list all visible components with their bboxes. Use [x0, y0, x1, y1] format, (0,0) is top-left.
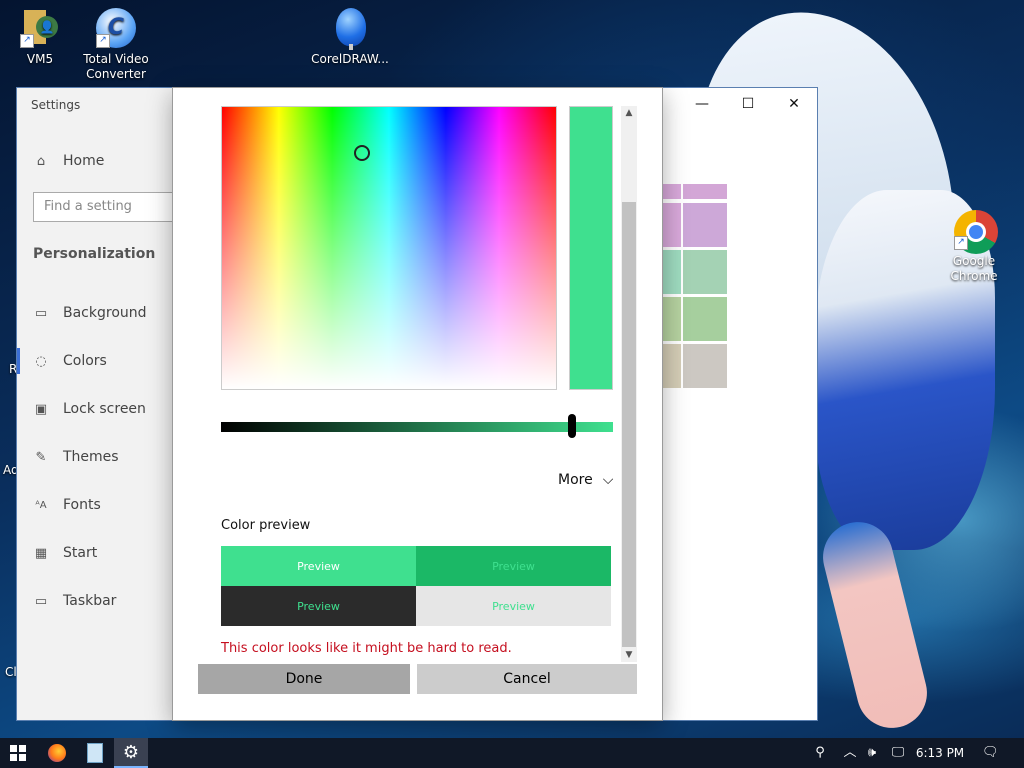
shortcut-arrow-icon: ↗	[20, 34, 34, 48]
preview-tile-light-text: Preview	[221, 546, 416, 586]
nav-background-label: Background	[63, 305, 147, 321]
color-spectrum[interactable]	[221, 106, 557, 390]
total-video-converter-icon: C ↗	[96, 8, 136, 48]
nav-background[interactable]: ▭ Background	[33, 301, 147, 325]
selected-color-swatch	[569, 106, 613, 390]
windows-logo-icon	[10, 745, 26, 761]
preview-tile-accent-text: Preview	[416, 546, 611, 586]
accent-swatch[interactable]	[660, 297, 681, 341]
chevron-up-icon[interactable]: ︿	[842, 745, 858, 761]
contrast-warning: This color looks like it might be hard t…	[221, 641, 512, 656]
themes-icon: ✎	[35, 449, 47, 465]
desktop-icon-vm5[interactable]: 👤 ↗ VM5	[0, 8, 80, 67]
desktop-icon-edge-letter: Cl	[5, 665, 17, 679]
accent-swatch[interactable]	[660, 344, 681, 388]
preview-tile-light-bg: Preview	[416, 586, 611, 626]
close-icon: ✕	[788, 96, 800, 112]
firefox-icon	[48, 744, 66, 762]
nav-themes[interactable]: ✎ Themes	[33, 445, 119, 469]
start-button[interactable]	[0, 738, 36, 768]
taskbar-firefox[interactable]	[40, 738, 74, 768]
action-center-icon[interactable]: 🗨	[982, 745, 999, 761]
nav-lock-screen[interactable]: ▣ Lock screen	[33, 397, 146, 421]
nav-fonts-label: Fonts	[63, 497, 101, 513]
minimize-button[interactable]: —	[679, 88, 725, 120]
scroll-up-icon[interactable]: ▲	[621, 106, 637, 120]
nav-home-label: Home	[63, 153, 105, 169]
more-toggle[interactable]: More ⌵	[558, 472, 613, 488]
nav-lock-screen-label: Lock screen	[63, 401, 146, 417]
scroll-down-icon[interactable]: ▼	[621, 648, 637, 662]
chevron-down-icon: ⌵	[602, 472, 614, 488]
dialog-scrollbar[interactable]: ▲ ▼	[621, 106, 637, 662]
nav-taskbar[interactable]: ▭ Taskbar	[33, 589, 117, 613]
nav-themes-label: Themes	[63, 449, 119, 465]
nav-taskbar-label: Taskbar	[63, 593, 117, 609]
accent-swatch[interactable]	[660, 250, 681, 294]
nav-home[interactable]: ⌂ Home	[33, 149, 104, 173]
nav-start[interactable]: ▦ Start	[33, 541, 97, 565]
shortcut-arrow-icon: ↗	[96, 34, 110, 48]
network-icon[interactable]: 🖵	[890, 745, 906, 761]
clock[interactable]: 6:13 PM	[912, 738, 968, 768]
spectrum-cursor-handle[interactable]	[354, 145, 370, 161]
brightness-slider[interactable]	[221, 422, 613, 432]
find-setting-input[interactable]: Find a setting	[33, 192, 183, 222]
maximize-icon: ☐	[741, 96, 755, 112]
volume-icon[interactable]: 🕪	[864, 745, 880, 761]
accent-swatch[interactable]	[683, 184, 727, 199]
taskbar-settings[interactable]: ⚙	[114, 738, 148, 768]
palette-icon: ◌	[35, 353, 47, 369]
close-button[interactable]: ✕	[771, 88, 817, 120]
minimize-icon: —	[695, 96, 709, 112]
nav-colors-label: Colors	[63, 353, 107, 369]
gear-icon: ⚙	[122, 741, 140, 763]
lock-screen-icon: ▣	[34, 401, 48, 417]
taskbar-icon: ▭	[34, 593, 48, 609]
desktop-icon-total-video-converter[interactable]: C ↗ Total Video Converter	[76, 8, 156, 82]
home-icon: ⌂	[36, 153, 46, 169]
start-icon: ▦	[34, 545, 48, 561]
accent-swatch[interactable]	[660, 203, 681, 247]
nav-start-label: Start	[63, 545, 98, 561]
nav-fonts[interactable]: ᴬA Fonts	[33, 493, 101, 517]
desktop-icon-coreldraw[interactable]: CorelDRAW...	[310, 8, 390, 67]
taskbar: ⚙ ⚲ ︿ 🕪 🖵 6:13 PM 🗨	[0, 738, 1024, 768]
window-title: Settings	[31, 98, 81, 112]
shortcut-arrow-icon: ↗	[954, 236, 968, 250]
settings-sidebar: Settings ⌂ Home Find a setting Personali…	[17, 88, 183, 720]
notepad-icon	[87, 743, 103, 763]
preview-tile-dark-bg: Preview	[221, 586, 416, 626]
vm5-app-icon: 👤 ↗	[20, 8, 60, 48]
custom-color-dialog: ▲ ▼ More ⌵ Color preview Preview Preview…	[173, 88, 662, 720]
more-label: More	[558, 472, 593, 488]
scrollbar-thumb[interactable]	[622, 202, 636, 647]
accent-swatch[interactable]	[683, 250, 727, 294]
accent-swatch[interactable]	[660, 184, 681, 199]
brightness-slider-thumb[interactable]	[568, 414, 576, 438]
accent-swatch[interactable]	[683, 297, 727, 341]
section-title: Personalization	[33, 246, 156, 262]
maximize-button[interactable]: ☐	[725, 88, 771, 120]
accent-swatch[interactable]	[683, 344, 727, 388]
done-button[interactable]: Done	[198, 664, 410, 694]
color-preview-heading: Color preview	[221, 518, 311, 533]
desktop-icon-google-chrome[interactable]: ↗ Google Chrome	[934, 210, 1014, 284]
taskbar-notepad[interactable]	[78, 738, 112, 768]
nav-colors[interactable]: ◌ Colors	[33, 349, 107, 373]
coreldraw-icon	[330, 8, 370, 50]
picture-icon: ▭	[34, 305, 48, 321]
accent-swatch[interactable]	[683, 203, 727, 247]
fonts-icon: ᴬA	[35, 499, 47, 511]
cancel-button[interactable]: Cancel	[417, 664, 637, 694]
chrome-icon: ↗	[954, 210, 998, 254]
people-icon[interactable]: ⚲	[812, 745, 828, 761]
selected-nav-indicator	[17, 348, 20, 374]
